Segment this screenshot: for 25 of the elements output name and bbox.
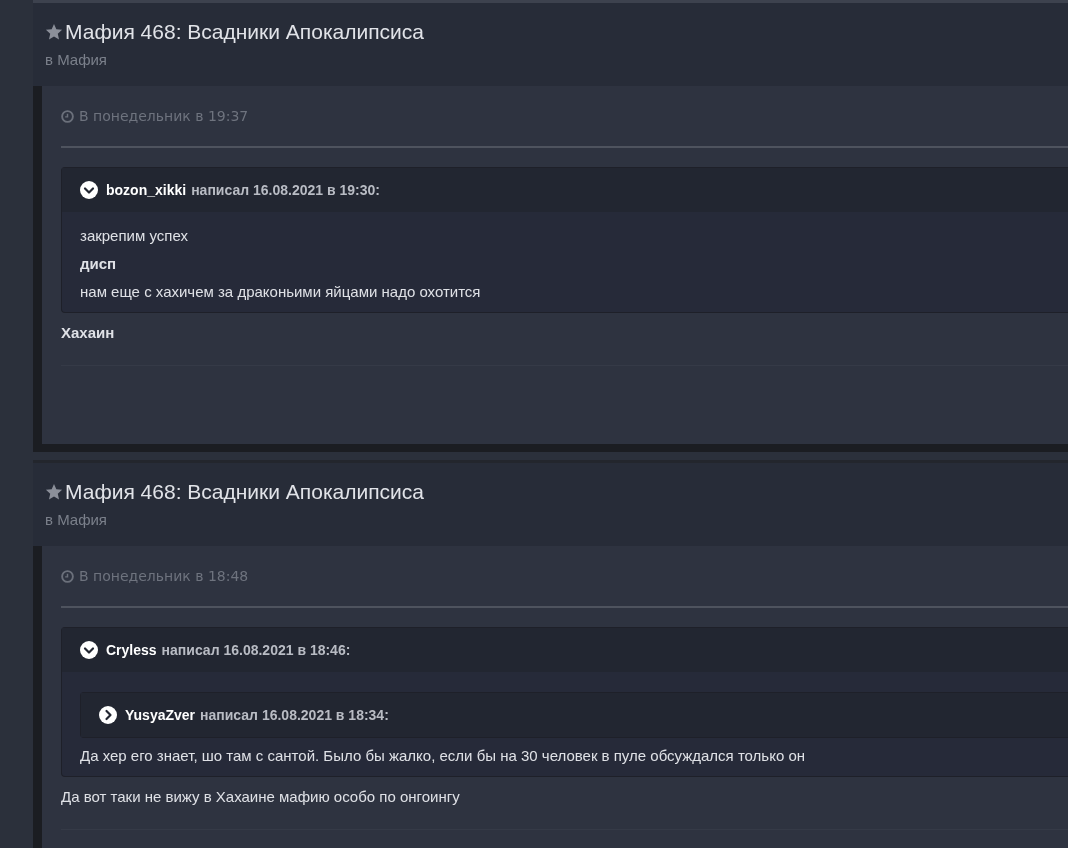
chevron-down-icon[interactable]	[80, 181, 98, 199]
quote-date: написал 16.08.2021 в 18:34:	[200, 707, 389, 723]
thread-title[interactable]: Мафия 468: Всадники Апокалипсиса	[65, 480, 424, 504]
post-text: Хахаин	[61, 323, 116, 343]
post-text: нам еще с хахичем за драконьими яйцами надо охотится	[80, 282, 482, 302]
forum-link[interactable]: в Мафия	[45, 51, 1068, 68]
post-time: В понедельник в 18:48	[79, 568, 249, 584]
star-icon[interactable]	[45, 483, 63, 501]
clock-icon	[61, 569, 74, 583]
chevron-down-icon[interactable]	[80, 641, 98, 659]
star-icon[interactable]	[45, 23, 63, 41]
post-text: закрепим успех	[80, 226, 189, 246]
post-time: В понедельник в 19:37	[79, 108, 249, 124]
chevron-right-icon[interactable]	[99, 706, 117, 724]
forum-link[interactable]: в Мафия	[45, 511, 1068, 528]
quote-date: написал 16.08.2021 в 18:46:	[161, 642, 351, 658]
quote-author[interactable]: YusyaZver	[125, 707, 196, 723]
thread-title[interactable]: Мафия 468: Всадники Апокалипсиса	[65, 20, 424, 44]
quote-author[interactable]: bozon_xikki	[106, 182, 187, 198]
clock-icon	[61, 109, 74, 123]
quote-date: написал 16.08.2021 в 19:30:	[191, 182, 380, 198]
quote-author[interactable]: Cryless	[106, 642, 157, 658]
post-text: Да хер его знает, шо там с сантой. Было бы жалко, если бы на 30 человек в пуле обсуждался только он	[80, 746, 807, 766]
post-text: дисп	[80, 254, 118, 274]
post-text: Да вот таки не вижу в Хахаине мафию особо по онгоингу	[61, 787, 461, 807]
